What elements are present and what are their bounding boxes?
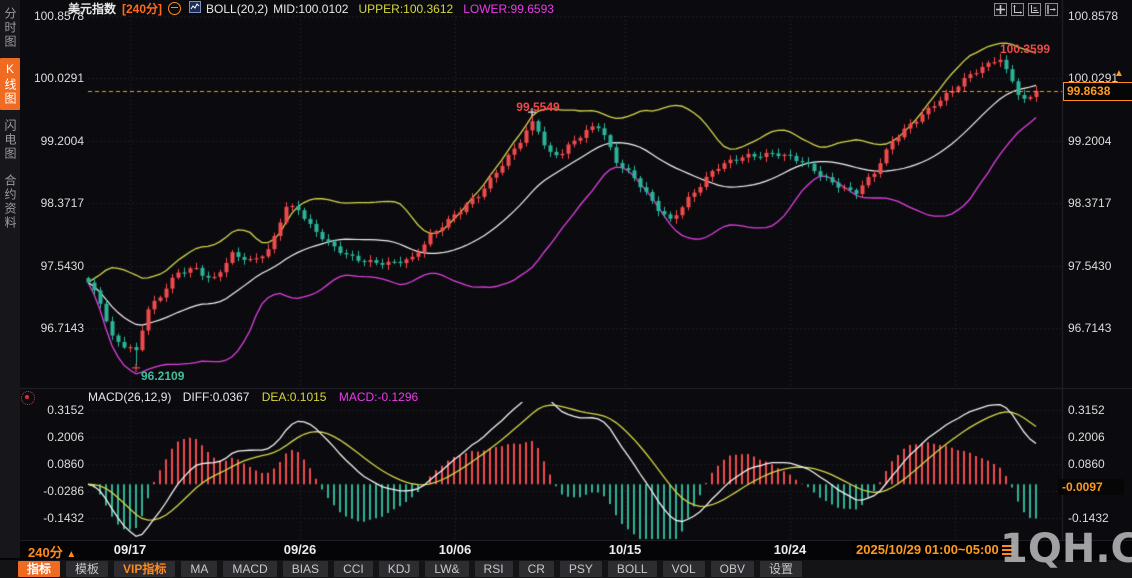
boll-lower-value: LOWER:99.6593 — [463, 1, 554, 16]
sidebar-tab-3[interactable]: 合约资料 — [0, 170, 20, 234]
macd-value-tag: -0.0097 — [1058, 478, 1124, 495]
indicator-toolbar: 指标 模板 VIP指标 MA MACD BIAS CCI KDJ LW& RSI CR PSY BOLL… — [0, 560, 1132, 578]
macd-header: MACD(26,12,9) DIFF:0.0367 DEA:0.1015 MAC… — [88, 390, 418, 404]
date-label-10/06: 10/06 — [438, 542, 472, 557]
toolbar-button-CCI[interactable]: CCI — [334, 561, 373, 577]
boll-mid-value: MID:100.0102 — [273, 1, 349, 16]
tick-label: 99.2004 — [1068, 133, 1112, 148]
tick-label: 97.5430 — [40, 258, 84, 273]
toolbar-button-KDJ[interactable]: KDJ — [378, 561, 420, 577]
toolbar-button-MACD[interactable]: MACD — [223, 561, 277, 577]
tick-label: -0.1432 — [1068, 511, 1109, 525]
date-label-10/15: 10/15 — [608, 542, 642, 557]
period-label: [240分] — [122, 2, 163, 16]
current-bar-time-range: 2025/10/29 01:00~05:00 — [852, 541, 1003, 558]
tick-label: 98.3717 — [40, 196, 84, 211]
tick-label: 100.0291 — [33, 71, 84, 86]
axis-scale-tool-icon[interactable] — [1028, 3, 1041, 16]
tick-label: 0.2006 — [47, 430, 84, 444]
timeframe-label[interactable]: 240分 ▲ — [28, 542, 76, 561]
timeframe-arrow-icon: ▲ — [66, 549, 77, 560]
macd-bar-value: MACD:-0.1296 — [338, 390, 419, 404]
price-up-arrow-icon: ▲ — [1114, 67, 1124, 79]
alarm-dot-icon[interactable] — [21, 391, 35, 405]
trading-app-window: 美元指数 [240分] BOLL(20,2) MID:100.0102 UPPE… — [0, 0, 1132, 578]
macd-dea-value: DEA:0.1015 — [261, 390, 327, 404]
toolbar-button-RSI[interactable]: RSI — [474, 561, 513, 577]
tick-label: 0.3152 — [47, 403, 84, 417]
chart-canvas[interactable] — [0, 0, 1132, 578]
pan-right-tool-icon[interactable] — [1045, 3, 1058, 16]
date-label-09/26: 09/26 — [283, 542, 317, 557]
menu-icon[interactable] — [1002, 545, 1015, 556]
date-label-10/24: 10/24 — [773, 542, 807, 557]
tick-label: -0.0286 — [43, 484, 84, 498]
tick-label: 100.8578 — [33, 9, 84, 23]
sidebar-tab-1[interactable]: K线图 — [0, 58, 20, 110]
tick-label: 0.3152 — [1068, 403, 1105, 417]
toolbar-button-指标[interactable]: 指标 — [18, 561, 61, 577]
tick-label: 0.0860 — [47, 457, 84, 471]
boll-label: BOLL(20,2) — [206, 1, 269, 16]
toolbar-button-LW&[interactable]: LW& — [425, 561, 469, 577]
minus-circle-icon[interactable] — [168, 2, 182, 15]
sidebar-tab-2[interactable]: 闪电图 — [0, 115, 20, 165]
left-sidebar: 分时图 K线图闪电图合约资料 — [0, 0, 20, 558]
tick-label: 100.8578 — [1068, 9, 1119, 23]
macd-diff-value: DIFF:0.0367 — [182, 390, 250, 404]
tick-label: 0.2006 — [1068, 430, 1105, 444]
toolbar-button-OBV[interactable]: OBV — [710, 561, 754, 577]
chart-header: 美元指数 [240分] BOLL(20,2) MID:100.0102 UPPE… — [68, 1, 554, 16]
toolbar-button-BOLL[interactable]: BOLL — [607, 561, 657, 577]
tick-label: 97.5430 — [1068, 258, 1112, 273]
sidebar-tab-0[interactable]: 分时图 — [0, 3, 20, 53]
axis-zoom-tool-icon[interactable] — [1011, 3, 1024, 16]
tick-label: 99.2004 — [40, 133, 84, 148]
tick-label: 98.3717 — [1068, 196, 1112, 211]
toolbar-button-模板[interactable]: 模板 — [66, 561, 109, 577]
last-price-tag: 99.8638 — [1063, 81, 1132, 101]
date-label-09/17: 09/17 — [113, 542, 147, 557]
toolbar-button-VIP指标[interactable]: VIP指标 — [114, 561, 176, 577]
toolbar-button-VOL[interactable]: VOL — [662, 561, 705, 577]
toolbar-button-MA[interactable]: MA — [181, 561, 218, 577]
high-price-annotation: 100.3599 — [1000, 42, 1051, 56]
boll-upper-value: UPPER:100.3612 — [358, 1, 454, 16]
toolbar-button-PSY[interactable]: PSY — [559, 561, 602, 577]
indicator-chart-icon[interactable] — [189, 1, 202, 16]
toolbar-button-BIAS[interactable]: BIAS — [282, 561, 329, 577]
tick-label: 96.7143 — [40, 321, 84, 335]
swing-high-annotation: 99.5549 — [516, 100, 560, 114]
crosshair-tool-icon[interactable] — [994, 3, 1007, 16]
chart-tool-buttons — [994, 3, 1058, 16]
low-price-annotation: 96.2109 — [141, 369, 185, 383]
tick-label: 96.7143 — [1068, 321, 1112, 335]
macd-name: MACD(26,12,9) — [88, 390, 172, 404]
toolbar-button-CR[interactable]: CR — [518, 561, 554, 577]
tick-label: -0.1432 — [43, 511, 84, 525]
tick-label: 0.0860 — [1068, 457, 1105, 471]
toolbar-button-设置[interactable]: 设置 — [759, 561, 802, 577]
